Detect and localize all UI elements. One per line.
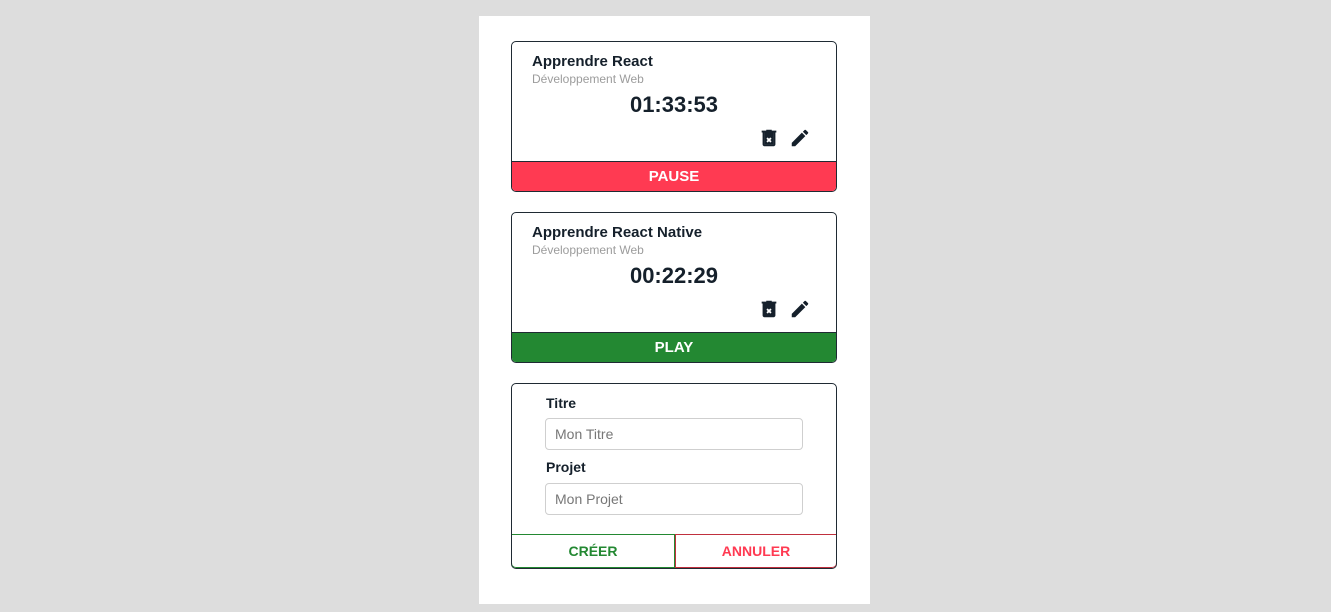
pencil-icon[interactable] xyxy=(789,298,811,320)
timers-panel: Apprendre React Développement Web 01:33:… xyxy=(479,16,870,604)
trash-icon[interactable] xyxy=(758,298,780,320)
title-label: Titre xyxy=(546,395,577,411)
play-button[interactable]: PLAY xyxy=(512,332,836,362)
timer-elapsed: 01:33:53 xyxy=(629,92,719,117)
title-input[interactable] xyxy=(545,418,803,450)
pencil-icon[interactable] xyxy=(789,127,811,149)
timer-elapsed: 00:22:29 xyxy=(629,263,719,288)
create-button[interactable]: CRÉER xyxy=(512,534,675,568)
timer-card: Apprendre React Native Développement Web… xyxy=(511,212,837,363)
timer-project: Développement Web xyxy=(532,243,644,257)
pause-button[interactable]: PAUSE xyxy=(512,161,836,191)
timer-card: Apprendre React Développement Web 01:33:… xyxy=(511,41,837,192)
timer-title: Apprendre React xyxy=(532,53,653,70)
cancel-button[interactable]: ANNULER xyxy=(675,534,836,568)
timer-title: Apprendre React Native xyxy=(532,224,703,241)
project-label: Projet xyxy=(546,459,586,475)
new-timer-form: Titre Projet CRÉER ANNULER xyxy=(511,383,837,569)
project-input[interactable] xyxy=(545,483,803,515)
timer-project: Développement Web xyxy=(532,72,644,86)
trash-icon[interactable] xyxy=(758,127,780,149)
